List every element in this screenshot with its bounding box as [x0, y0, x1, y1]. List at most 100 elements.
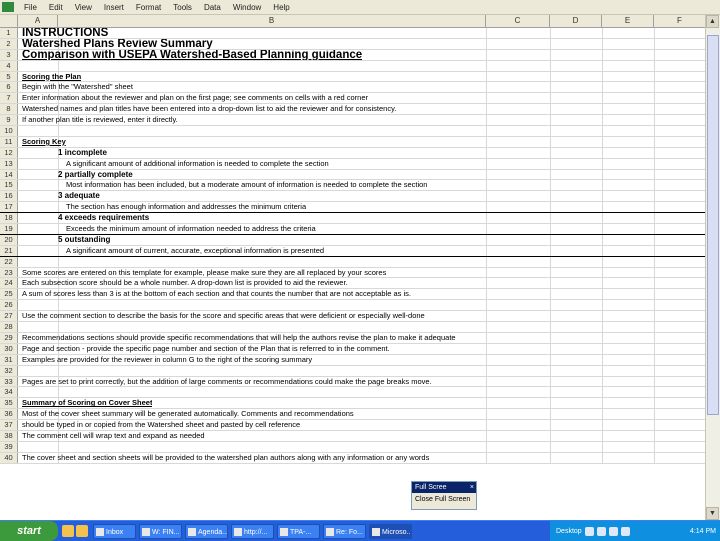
cell[interactable]: A significant amount of current, accurat…: [66, 246, 324, 257]
row-header[interactable]: 24: [0, 278, 18, 289]
row-header[interactable]: 33: [0, 376, 18, 387]
cell[interactable]: Enter information about the reviewer and…: [22, 93, 368, 104]
row-header[interactable]: 7: [0, 93, 18, 104]
cell[interactable]: INSTRUCTIONS: [22, 28, 108, 39]
row-header[interactable]: 39: [0, 441, 18, 452]
scroll-up-icon[interactable]: ▲: [706, 15, 719, 28]
row-header[interactable]: 1: [0, 28, 18, 38]
cell[interactable]: If another plan title is reviewed, enter…: [22, 115, 178, 126]
column-header-b[interactable]: B: [58, 15, 486, 27]
row-header[interactable]: 29: [0, 332, 18, 343]
cell[interactable]: 5 outstanding: [58, 235, 110, 246]
row-header[interactable]: 10: [0, 126, 18, 136]
row-header[interactable]: 14: [0, 169, 18, 180]
row-header[interactable]: 3: [0, 49, 18, 60]
cell[interactable]: 4 exceeds requirements: [58, 213, 149, 224]
row-header[interactable]: 16: [0, 191, 18, 202]
cell[interactable]: Comparison with USEPA Watershed-Based Pl…: [22, 50, 362, 61]
cell[interactable]: The comment cell will wrap text and expa…: [22, 431, 205, 442]
row-header[interactable]: 4: [0, 60, 18, 71]
column-header-f[interactable]: F: [654, 15, 706, 27]
row-header[interactable]: 18: [0, 213, 18, 224]
cell[interactable]: 2 partially complete: [58, 170, 133, 181]
cell[interactable]: Examples are provided for the reviewer i…: [22, 355, 312, 366]
row-header[interactable]: 12: [0, 147, 18, 158]
row-header[interactable]: 38: [0, 430, 18, 441]
row-header[interactable]: 36: [0, 409, 18, 420]
row-header[interactable]: 28: [0, 322, 18, 332]
tray-icon[interactable]: [608, 526, 618, 536]
menu-file[interactable]: File: [18, 3, 43, 12]
cell[interactable]: Begin with the "Watershed" sheet: [22, 82, 133, 93]
row-header[interactable]: 22: [0, 256, 18, 267]
tray-icon[interactable]: [596, 526, 606, 536]
desktop-toolbar-label[interactable]: Desktop: [556, 528, 582, 535]
spreadsheet-grid[interactable]: 1 INSTRUCTIONS 2 Watershed Plans Review Sum…: [0, 28, 706, 520]
cell[interactable]: The section has enough information and a…: [66, 202, 306, 213]
taskbar-button-agenda[interactable]: Agenda...: [185, 523, 228, 539]
cell[interactable]: A significant amount of additional infor…: [66, 159, 329, 170]
menu-edit[interactable]: Edit: [43, 3, 69, 12]
vertical-scrollbar[interactable]: ▲ ▼: [705, 15, 720, 520]
excel-app-icon[interactable]: [2, 2, 14, 12]
close-icon[interactable]: ×: [470, 482, 474, 493]
menu-tools[interactable]: Tools: [167, 3, 198, 12]
tray-icon[interactable]: [584, 526, 594, 536]
row-header[interactable]: 5: [0, 71, 18, 82]
quick-launch-icon[interactable]: [62, 525, 74, 537]
row-header[interactable]: 11: [0, 136, 18, 147]
cell[interactable]: Watershed names and plan titles have bee…: [22, 104, 396, 115]
cell[interactable]: Each subsection score should be a whole …: [22, 278, 348, 289]
row-header[interactable]: 37: [0, 420, 18, 430]
row-header[interactable]: 30: [0, 343, 18, 354]
taskbar-button-browser[interactable]: http://...: [231, 523, 274, 539]
taskbar-button-excel[interactable]: Microso...: [369, 523, 412, 539]
taskbar-button-word[interactable]: W: FIN...: [139, 523, 182, 539]
row-header[interactable]: 19: [0, 224, 18, 234]
row-header[interactable]: 20: [0, 234, 18, 245]
cell[interactable]: 3 adequate: [58, 191, 100, 202]
menu-insert[interactable]: Insert: [98, 3, 130, 12]
cell[interactable]: Use the comment section to describe the …: [22, 311, 425, 322]
row-header[interactable]: 6: [0, 82, 18, 93]
cell[interactable]: Most of the cover sheet summary will be …: [22, 409, 354, 420]
cell[interactable]: Recommendations sections should provide …: [22, 333, 456, 344]
taskbar-button-email[interactable]: Re: Fo...: [323, 523, 366, 539]
row-header[interactable]: 25: [0, 289, 18, 300]
row-header[interactable]: 8: [0, 104, 18, 115]
menu-window[interactable]: Window: [227, 3, 267, 12]
row-header[interactable]: 2: [0, 38, 18, 49]
row-header[interactable]: 35: [0, 398, 18, 409]
tray-icon[interactable]: [620, 526, 630, 536]
scroll-thumb[interactable]: [707, 35, 719, 415]
cell[interactable]: should be typed in or copied from the Wa…: [22, 420, 300, 431]
cell[interactable]: Summary of Scoring on Cover Sheet: [22, 398, 152, 409]
row-header[interactable]: 13: [0, 158, 18, 169]
row-header[interactable]: 34: [0, 387, 18, 398]
taskbar-button-tpa[interactable]: TPA-...: [277, 523, 320, 539]
row-header[interactable]: 27: [0, 311, 18, 322]
cell[interactable]: Pages are set to print correctly, but th…: [22, 377, 432, 388]
menu-help[interactable]: Help: [267, 3, 295, 12]
scroll-down-icon[interactable]: ▼: [706, 507, 719, 520]
cell[interactable]: Scoring the Plan: [22, 72, 81, 83]
menu-data[interactable]: Data: [198, 3, 227, 12]
cell[interactable]: Some scores are entered on this template…: [22, 268, 386, 279]
cell[interactable]: 1 incomplete: [58, 148, 107, 159]
row-header[interactable]: 9: [0, 115, 18, 126]
cell[interactable]: The cover sheet and section sheets will …: [22, 453, 429, 464]
cell[interactable]: Scoring Key: [22, 137, 66, 148]
column-header-a[interactable]: A: [18, 15, 58, 27]
row-header[interactable]: 31: [0, 354, 18, 365]
cell[interactable]: Most information has been included, but …: [66, 180, 427, 191]
cell[interactable]: Exceeds the minimum amount of informatio…: [66, 224, 316, 235]
row-header[interactable]: 26: [0, 300, 18, 311]
column-header-e[interactable]: E: [602, 15, 654, 27]
quick-launch-icon[interactable]: [76, 525, 88, 537]
cell[interactable]: Watershed Plans Review Summary: [22, 39, 213, 50]
full-screen-toolbar-title[interactable]: Full Scree ×: [412, 482, 476, 493]
close-full-screen-button[interactable]: Close Full Screen: [412, 493, 476, 507]
row-header[interactable]: 23: [0, 267, 18, 278]
select-all-corner[interactable]: [0, 15, 18, 27]
row-header[interactable]: 17: [0, 202, 18, 213]
